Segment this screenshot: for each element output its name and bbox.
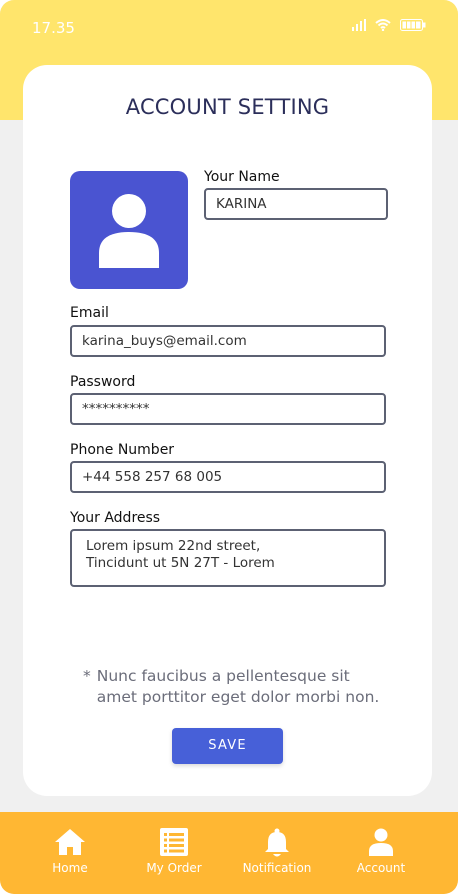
address-label: Your Address	[70, 510, 161, 526]
email-field[interactable]: karina_buys@email.com	[70, 325, 386, 357]
email-label: Email	[70, 305, 109, 321]
wifi-icon	[375, 19, 391, 31]
address-field[interactable]: Lorem ipsum 22nd street, Tincidunt ut 5N…	[70, 529, 386, 587]
nav-item-account[interactable]: Account	[331, 812, 431, 894]
nav-item-notification[interactable]: Notification	[227, 812, 327, 894]
nav-label-notification: Notification	[242, 861, 312, 875]
status-bar: 17.35	[0, 0, 458, 56]
footnote-marker: *	[83, 667, 91, 685]
status-icons	[352, 19, 426, 31]
status-time: 17.35	[32, 19, 75, 37]
user-icon	[369, 828, 393, 856]
save-button[interactable]: SAVE	[172, 728, 283, 764]
list-icon	[160, 828, 188, 856]
footnote-text: Nunc faucibus a pellentesque sit amet po…	[96, 667, 380, 706]
name-label: Your Name	[204, 169, 280, 185]
phone-label: Phone Number	[70, 442, 175, 458]
nav-label-my-order: My Order	[146, 861, 202, 875]
page-title: ACCOUNT SETTING	[125, 95, 330, 119]
nav-label-account: Account	[356, 861, 406, 875]
nav-label-home: Home	[52, 861, 88, 875]
battery-icon	[400, 19, 426, 31]
bottom-nav: Home My Order Notification Account	[0, 812, 458, 894]
address-line-2: Tincidunt ut 5N 27T - Lorem	[86, 555, 275, 571]
home-icon	[55, 829, 85, 855]
footnote: * Nunc faucibus a pellentesque sit amet …	[83, 666, 393, 708]
user-avatar-icon	[99, 194, 159, 268]
phone-screen: 17.35 ACCOUNT SETTING Your Name KARINA E…	[0, 0, 458, 894]
avatar[interactable]	[70, 171, 188, 289]
signal-icon	[352, 19, 366, 31]
password-label: Password	[70, 374, 136, 390]
bell-icon	[265, 828, 289, 857]
nav-item-my-order[interactable]: My Order	[124, 812, 224, 894]
name-field[interactable]: KARINA	[204, 188, 388, 220]
password-field[interactable]: **********	[70, 393, 386, 425]
account-card: ACCOUNT SETTING Your Name KARINA Email k…	[23, 65, 432, 796]
nav-item-home[interactable]: Home	[20, 812, 120, 894]
phone-field[interactable]: +44 558 257 68 005	[70, 461, 386, 493]
address-line-1: Lorem ipsum 22nd street,	[86, 538, 261, 554]
